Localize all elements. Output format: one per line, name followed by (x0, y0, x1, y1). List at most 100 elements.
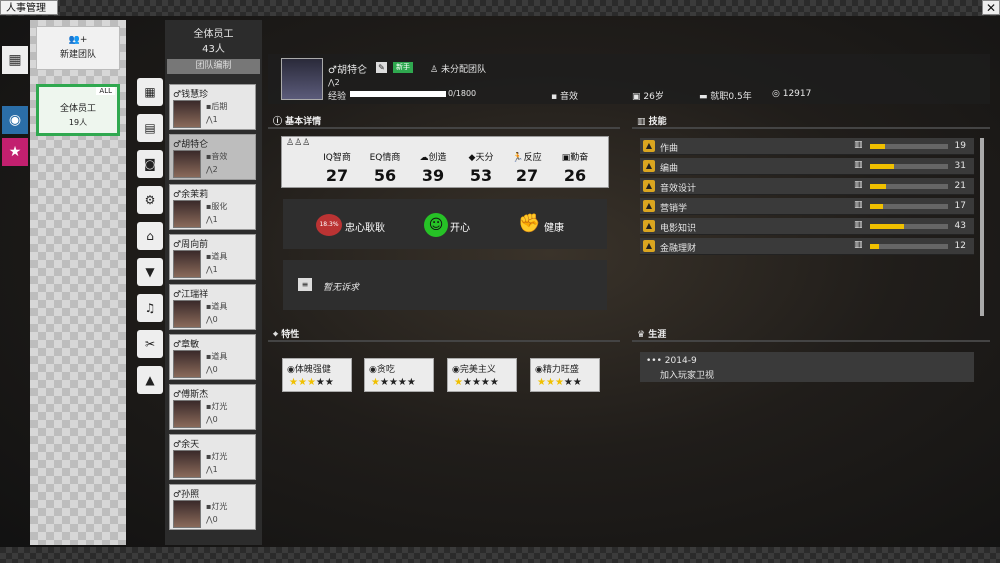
age-info: ▣ 26岁 (632, 92, 664, 102)
graduation-icon: ▲ (643, 200, 655, 212)
rename-icon[interactable]: ✎ (376, 62, 387, 73)
skill-bar (870, 244, 948, 249)
divider (632, 127, 990, 129)
stat-diligence: ▣勤奋 26 (561, 153, 589, 185)
skill-row: ▲ 音效设计 ▥ 21 (640, 178, 974, 195)
scissors-icon[interactable]: ✂ (137, 330, 163, 358)
camera-icon[interactable]: ◙ (137, 150, 163, 178)
basic-details-heading: ⓘ 基本详情 (273, 117, 322, 127)
career-date: ••• 2014-9 (646, 356, 697, 366)
all-team-label: 全体员工 (59, 104, 96, 114)
all-team-count: 19人 (68, 118, 88, 127)
stat-reaction: 🏃反应 27 (512, 153, 542, 185)
bottom-border (0, 547, 1000, 563)
skill-row: ▲ 电影知识 ▥ 43 (640, 218, 974, 235)
skill-bar (870, 144, 948, 149)
trait-card[interactable]: ◉体魄强健 ★★★★★ (282, 358, 352, 392)
skill-bar-fill (870, 224, 904, 229)
projector-icon[interactable]: ⚙ (137, 186, 163, 214)
book-icon[interactable]: ▤ (137, 114, 163, 142)
trait-stars: ★★★★★ (289, 377, 334, 388)
top-border (0, 0, 1000, 16)
new-team-label: 新建团队 (59, 50, 96, 60)
skill-row: ▲ 营销学 ▥ 17 (640, 198, 974, 215)
skill-bar-fill (870, 164, 895, 169)
avatar (173, 400, 201, 428)
career-text: 加入玩家卫视 (660, 371, 715, 381)
profile-level: ⋀2 (328, 78, 340, 87)
books-icon: ▥ (854, 140, 863, 150)
skill-bar-fill (870, 184, 887, 189)
skill-name: 作曲 (660, 144, 679, 154)
trait-stars: ★★★★★ (537, 377, 582, 388)
employee-card[interactable]: ♂胡特仑 ▪音效 ⋀2 (169, 134, 256, 180)
scrollbar[interactable] (980, 138, 984, 316)
profile-name: ♂胡特仑 (328, 65, 367, 76)
team-status: ♙ 未分配团队 (430, 65, 486, 75)
skill-row: ▲ 作曲 ▥ 19 (640, 138, 974, 155)
employee-card[interactable]: ♂余天 ▪灯光 ⋀1 (169, 434, 256, 480)
trait-card[interactable]: ◉精力旺盛 ★★★★★ (530, 358, 600, 392)
category-tabs: ▦ ▤ ◙ ⚙ ⌂ ▼ ♫ ✂ ▲ (137, 78, 163, 402)
graduation-icon: ▲ (643, 220, 655, 232)
stat-creativity: ☁创造 39 (419, 153, 447, 185)
graduation-icon: ▲ (643, 180, 655, 192)
graduation-icon: ▲ (643, 160, 655, 172)
profile-avatar (281, 58, 323, 100)
newbie-badge: 新手 (393, 62, 413, 73)
avatar (173, 100, 201, 128)
grid-icon[interactable]: ▦ (2, 46, 28, 74)
skill-bar-fill (870, 244, 880, 249)
skill-value: 43 (954, 221, 966, 231)
divider (268, 127, 620, 129)
divider (632, 340, 990, 342)
skill-bar (870, 184, 948, 189)
skill-bar-fill (870, 144, 885, 149)
skills-heading: ▥ 技能 (637, 117, 667, 127)
all-staff-team-card[interactable]: ALL 全体员工 19人 (36, 84, 120, 136)
employee-card[interactable]: ♂钱慧珍 ▪后期 ⋀1 (169, 84, 256, 130)
skill-value: 31 (954, 161, 966, 171)
skill-name: 金融理财 (660, 244, 697, 254)
store-icon[interactable]: ⌂ (137, 222, 163, 250)
new-team-button[interactable]: 👥+ 新建团队 (36, 26, 120, 70)
employee-card[interactable]: ♂章敏 ▪道具 ⋀0 (169, 334, 256, 380)
exp-value: 0/1800 (448, 89, 477, 98)
employee-card[interactable]: ♂江瑞祥 ▪道具 ⋀0 (169, 284, 256, 330)
employee-card[interactable]: ♂余茉莉 ▪服化 ⋀1 (169, 184, 256, 230)
graduation-icon[interactable]: ▲ (137, 366, 163, 394)
star-icon[interactable]: ★ (2, 138, 28, 166)
shirt-icon[interactable]: ▼ (137, 258, 163, 286)
employee-list: ♂钱慧珍 ▪后期 ⋀1 ♂胡特仑 ▪音效 ⋀2 ♂余茉莉 ▪服化 ⋀1 ♂周向前 ▪道具 ⋀1 … (165, 84, 262, 544)
employee-card[interactable]: ♂傅斯杰 ▪灯光 ⋀0 (169, 384, 256, 430)
books-icon: ▥ (854, 160, 863, 170)
books-icon: ▥ (854, 240, 863, 250)
employee-card[interactable]: ♂周向前 ▪道具 ⋀1 (169, 234, 256, 280)
trait-card[interactable]: ◉贪吃 ★★★★★ (364, 358, 434, 392)
music-icon[interactable]: ♫ (137, 294, 163, 322)
skill-name: 音效设计 (660, 184, 697, 194)
avatar (173, 450, 201, 478)
skill-value: 19 (954, 141, 966, 151)
salary-info: ◎ 12917 (772, 89, 812, 99)
avatar (173, 500, 201, 528)
books-icon: ▥ (854, 200, 863, 210)
globe-icon[interactable]: ◉ (2, 106, 28, 134)
books-icon: ▥ (854, 220, 863, 230)
exp-bar (350, 91, 446, 97)
staff-list-header: 全体员工 (193, 29, 234, 40)
grid-icon[interactable]: ▦ (137, 78, 163, 106)
skill-value: 12 (954, 241, 966, 251)
divider (268, 340, 620, 342)
mood-status: 开心 (450, 222, 470, 234)
team-edit-button[interactable]: 团队编制 (167, 59, 260, 74)
trait-strip (268, 320, 620, 334)
stat-iq: IQ智商 27 (323, 153, 351, 185)
skill-value: 21 (954, 181, 966, 191)
close-button[interactable]: ✕ (982, 0, 1000, 15)
loyalty-status: 忠心耿耿 (345, 222, 385, 234)
employee-card[interactable]: ♂孙照 ▪灯光 ⋀0 (169, 484, 256, 530)
stat-eq: EQ情商 56 (369, 153, 401, 185)
trait-card[interactable]: ◉完美主义 ★★★★★ (447, 358, 517, 392)
avatar (173, 350, 201, 378)
